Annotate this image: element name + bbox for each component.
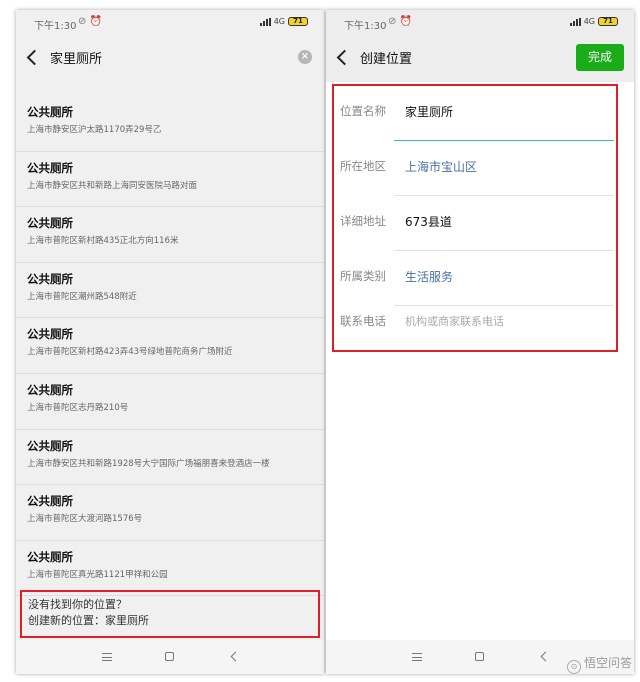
location-form: 位置名称 家里厕所 所在地区 上海市宝山区 详细地址 673县道 所属类别 生活…	[326, 82, 634, 674]
status-time: 下午1:30	[344, 21, 387, 32]
phone-input[interactable]: 机构或商家联系电话	[405, 313, 504, 329]
name-input[interactable]: 家里厕所	[405, 103, 453, 120]
result-name: 公共厕所	[27, 494, 73, 509]
result-address: 上海市普陀区志丹路210号	[27, 402, 129, 413]
watermark: ⊙ 悟空问答	[566, 654, 632, 674]
create-location-prompt[interactable]: 没有找到你的位置？ 创建新的位置：家里厕所	[20, 590, 320, 638]
result-name: 公共厕所	[27, 438, 73, 453]
category-select[interactable]: 生活服务	[405, 268, 453, 285]
network-type: 4G	[273, 17, 285, 26]
notification-icons: ⊘ ⏰	[78, 16, 103, 27]
network-type: 4G	[583, 17, 595, 26]
clear-icon[interactable]: ×	[298, 50, 312, 64]
result-item[interactable]: 公共厕所上海市静安区共和新路上海同安医院马路对面	[16, 152, 324, 208]
nav-back-icon[interactable]	[230, 651, 241, 662]
result-item[interactable]: 公共厕所上海市静安区共和新路1928号大宁国际广场福朋喜来登酒店一楼	[16, 430, 324, 486]
status-bar: 下午1:30 ⊘ ⏰ 4G 71	[326, 10, 634, 36]
notification-icons: ⊘ ⏰	[388, 16, 413, 27]
category-label: 所属类别	[340, 269, 386, 283]
result-name: 公共厕所	[27, 160, 73, 175]
not-found-text: 没有找到你的位置？	[28, 598, 127, 611]
result-address: 上海市静安区沪太路1170弄29号乙	[27, 125, 162, 135]
nav-back-icon[interactable]	[540, 651, 551, 662]
result-address: 上海市普陀区潮州路548附近	[27, 291, 137, 302]
status-bar: 下午1:30 ⊘ ⏰ 4G 71	[16, 10, 324, 36]
name-row[interactable]: 位置名称 家里厕所	[334, 86, 616, 141]
home-icon[interactable]	[475, 652, 484, 661]
result-name: 公共厕所	[27, 382, 73, 397]
result-address: 上海市普陀区真光路1121甲祥和公园	[27, 569, 168, 580]
result-name: 公共厕所	[27, 271, 73, 286]
create-new-location-link[interactable]: 创建新的位置：家里厕所	[28, 613, 318, 629]
result-item[interactable]: 公共厕所上海市静安区沪太路1170弄29号乙	[16, 96, 324, 152]
menu-icon[interactable]	[412, 653, 422, 661]
create-location-screen: 下午1:30 ⊘ ⏰ 4G 71 创建位置 完成 位置名称 家里厕所 所在地区 …	[326, 10, 634, 674]
status-time: 下午1:30	[34, 21, 77, 32]
nav-bar	[16, 640, 324, 674]
address-row[interactable]: 详细地址 673县道	[334, 196, 616, 251]
watermark-text: 悟空问答	[583, 656, 632, 670]
result-address: 上海市静安区共和新路1928号大宁国际广场福朋喜来登酒店一楼	[27, 458, 270, 469]
done-button[interactable]: 完成	[576, 44, 624, 71]
result-item[interactable]: 公共厕所上海市普陀区潮州路548附近	[16, 263, 324, 319]
page-title: 创建位置	[360, 52, 413, 67]
region-label: 所在地区	[340, 159, 386, 173]
phone-row[interactable]: 联系电话 机构或商家联系电话	[334, 296, 616, 351]
search-results-screen: 下午1:30 ⊘ ⏰ 4G 71 家里厕所 × 公共厕所上海市静安区沪太路117…	[16, 10, 324, 674]
result-name: 公共厕所	[27, 327, 73, 342]
home-icon[interactable]	[165, 652, 174, 661]
search-bar: 家里厕所 ×	[16, 36, 324, 82]
result-address: 上海市普陀区大渡河路1576号	[27, 514, 143, 525]
name-label: 位置名称	[340, 104, 386, 118]
result-list: 公共厕所 上海市静安区沪太路1170弄29号乙 公共厕所 上海市静安区共和新路上海同安…	[16, 96, 324, 597]
header: 创建位置 完成	[326, 36, 634, 82]
status-right: 4G 71	[569, 17, 618, 26]
region-select[interactable]: 上海市宝山区	[405, 158, 477, 175]
status-right: 4G 71	[259, 17, 308, 26]
battery-icon: 71	[598, 17, 618, 26]
region-row[interactable]: 所在地区 上海市宝山区	[334, 141, 616, 196]
result-name: 公共厕所	[27, 105, 73, 119]
result-address: 上海市普陀区新村路435正北方向116米	[27, 236, 179, 247]
form-highlight: 位置名称 家里厕所 所在地区 上海市宝山区 详细地址 673县道 所属类别 生活…	[332, 84, 618, 352]
watermark-logo-icon: ⊙	[566, 660, 581, 674]
result-item[interactable]: 公共厕所上海市普陀区志丹路210号	[16, 374, 324, 430]
result-item[interactable]: 公共厕所上海市普陀区新村路435正北方向116米	[16, 207, 324, 263]
back-icon[interactable]	[26, 49, 43, 66]
address-input[interactable]: 673县道	[405, 213, 452, 230]
result-item[interactable]: 公共厕所上海市普陀区新村路423弄43号绿地普陀商务广场附近	[16, 318, 324, 374]
phone-label: 联系电话	[340, 314, 386, 328]
address-label: 详细地址	[340, 214, 386, 228]
result-item[interactable]: 公共厕所上海市普陀区真光路1121甲祥和公园	[16, 541, 324, 597]
signal-icon	[569, 17, 581, 26]
signal-icon	[259, 17, 271, 26]
menu-icon[interactable]	[102, 653, 112, 661]
result-address: 上海市静安区共和新路上海同安医院马路对面	[27, 180, 198, 191]
result-name: 公共厕所	[27, 216, 73, 231]
result-item[interactable]: 公共厕所上海市普陀区大渡河路1576号	[16, 485, 324, 541]
result-name: 公共厕所	[27, 549, 73, 564]
search-input[interactable]: 家里厕所	[50, 48, 102, 67]
result-address: 上海市普陀区新村路423弄43号绿地普陀商务广场附近	[27, 347, 233, 358]
battery-icon: 71	[288, 17, 308, 26]
back-icon[interactable]	[336, 49, 353, 66]
